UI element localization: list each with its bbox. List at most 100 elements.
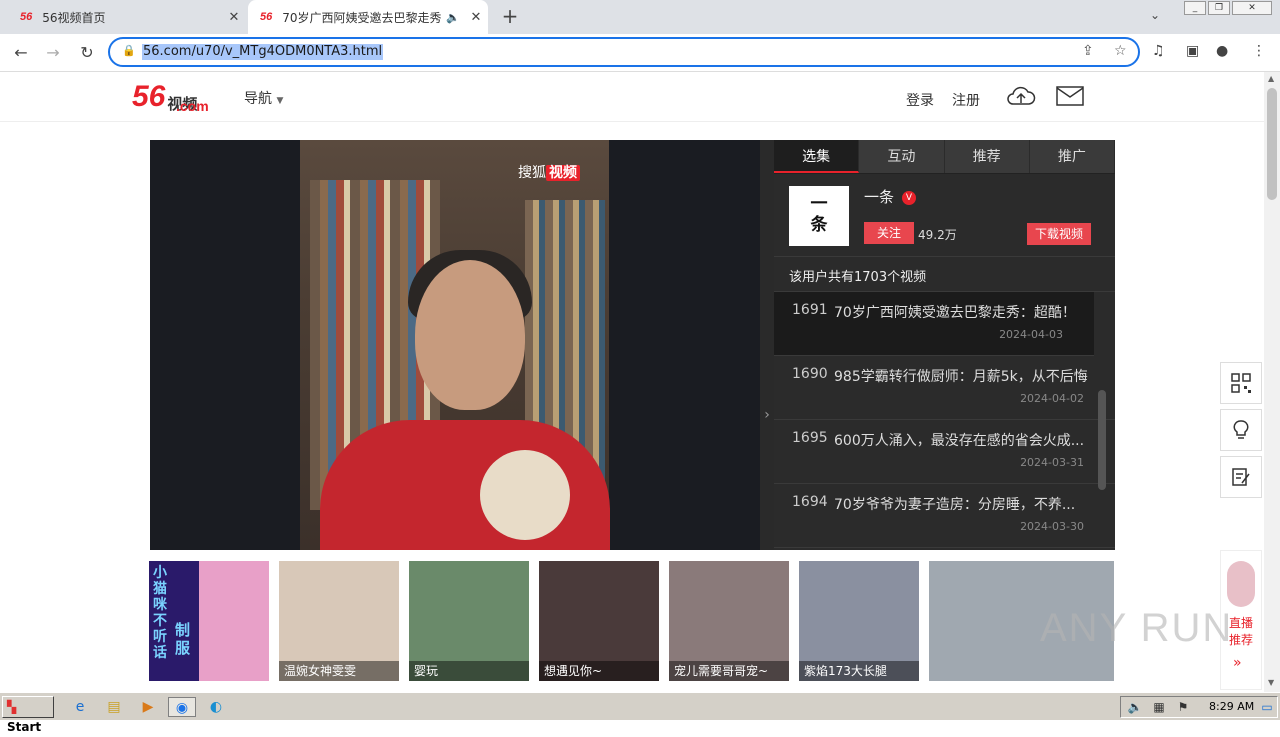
media-control-icon[interactable]: ♫ <box>1152 43 1165 59</box>
thumbnail-caption: 温婉女神雯雯 <box>279 661 399 681</box>
url-text[interactable]: 56.com/u70/v_MTg4ODM0NTA3.html <box>142 44 384 60</box>
thumbnail-caption: 宠儿需要哥哥宠~ <box>669 661 789 681</box>
ie-icon[interactable]: e <box>70 697 90 717</box>
address-bar[interactable]: 🔒 56.com/u70/v_MTg4ODM0NTA3.html ⇪ ☆ <box>108 37 1140 67</box>
list-item[interactable]: 1691 70岁广西阿姨受邀去巴黎走秀：超酷！ 2024-04-03 <box>774 292 1094 356</box>
video-title: 985学霸转行做厨师：月薪5k，从不后悔 <box>834 369 1088 385</box>
video-number: 1690 <box>792 366 828 382</box>
uploader-card: 一 条 一条 V 关注 49.2万 下载视频 <box>774 174 1115 257</box>
back-arrow-icon[interactable]: ← <box>8 40 34 66</box>
reload-icon[interactable]: ↻ <box>74 40 100 66</box>
video-date: 2024-03-30 <box>1020 520 1084 533</box>
nav-dropdown[interactable]: 导航 ▼ <box>244 88 283 108</box>
video-list: 1691 70岁广西阿姨受邀去巴黎走秀：超酷！ 2024-04-03 1690 … <box>774 291 1115 550</box>
browser-toolbar: ← → ↻ 🔒 56.com/u70/v_MTg4ODM0NTA3.html ⇪… <box>0 34 1280 72</box>
menu-kebab-icon[interactable]: ⋮ <box>1252 43 1266 59</box>
tab-56-home[interactable]: 56 56视频首页 ✕ <box>8 0 246 34</box>
ad-thumbnail[interactable]: 宠儿需要哥哥宠~ <box>669 561 789 681</box>
register-link[interactable]: 注册 <box>952 90 980 110</box>
video-title: 70岁爷爷为妻子造房：分房睡，不养... <box>834 497 1076 513</box>
clock: 8:29 AM <box>1209 700 1255 713</box>
follow-button[interactable]: 关注 <box>864 222 914 244</box>
ad-thumbnail[interactable]: 婴玩 <box>409 561 529 681</box>
forward-arrow-icon[interactable]: → <box>40 40 66 66</box>
login-link[interactable]: 登录 <box>906 90 934 110</box>
list-item[interactable]: 1694 70岁爷爷为妻子造房：分房睡，不养... 2024-03-30 <box>774 484 1115 548</box>
ad-thumbnail[interactable]: 紫焰173大长腿 <box>799 561 919 681</box>
windows-taskbar: ▚ Start e ▤ ▶ ◉ ◐ 🔈 ▦ ⚑ 8:29 AM ▭ <box>0 692 1280 734</box>
video-number: 1691 <box>792 302 828 318</box>
ad-thumbnail[interactable]: 小猫咪不听话 制服 <box>149 561 269 681</box>
tab-search-chevron-icon[interactable]: ⌄ <box>1150 8 1160 22</box>
close-window-button[interactable]: ✕ <box>1232 1 1272 15</box>
start-button[interactable]: ▚ Start <box>2 696 54 734</box>
folder-icon[interactable]: ▤ <box>104 697 124 717</box>
uploader-name-text: 一条 <box>864 188 895 206</box>
promo-text-right: 制服 <box>175 621 191 657</box>
ad-thumbnail[interactable]: 想遇见你~ <box>539 561 659 681</box>
panel-tabs: 选集 互动 推荐 推广 <box>774 140 1115 174</box>
scroll-down-arrow-icon[interactable]: ▼ <box>1268 678 1274 687</box>
bookmark-star-icon[interactable]: ☆ <box>1114 43 1127 59</box>
list-item[interactable]: 1695 600万人涌入，最没存在感的省会火成... 2024-03-31 <box>774 420 1115 484</box>
network-icon[interactable]: ▦ <box>1149 697 1169 717</box>
tab-interact[interactable]: 互动 <box>859 140 945 173</box>
tab-title: 56视频首页 <box>42 10 106 25</box>
media-player-icon[interactable]: ▶ <box>138 697 158 717</box>
lock-icon[interactable]: 🔒 <box>122 44 136 57</box>
site-logo[interactable]: 56 视频 .com <box>132 78 209 115</box>
floating-toolbar <box>1220 362 1262 503</box>
share-icon[interactable]: ⇪ <box>1082 43 1094 59</box>
video-title: 600万人涌入，最没存在感的省会火成... <box>834 433 1085 449</box>
tab-recommend[interactable]: 推荐 <box>944 140 1030 173</box>
feedback-edit-icon[interactable] <box>1220 456 1262 498</box>
side-panel-icon[interactable]: ▣ <box>1186 43 1199 59</box>
verified-badge-icon: V <box>902 190 917 205</box>
scrollbar-thumb[interactable] <box>1267 88 1277 200</box>
download-video-button[interactable]: 下载视频 <box>1027 223 1091 245</box>
uploader-name[interactable]: 一条 V <box>864 186 917 207</box>
double-chevron-right-icon[interactable]: » <box>1233 655 1242 671</box>
new-tab-button[interactable]: + <box>498 4 522 28</box>
list-item[interactable]: 1690 985学霸转行做厨师：月薪5k，从不后悔 2024-04-02 <box>774 356 1115 420</box>
minimize-button[interactable]: _ <box>1184 1 1206 15</box>
list-scrollbar-thumb[interactable] <box>1098 390 1106 490</box>
page-scrollbar[interactable]: ▲ ▼ <box>1264 72 1280 692</box>
uploader-avatar[interactable]: 一 条 <box>789 186 849 246</box>
lightbulb-icon[interactable] <box>1220 409 1262 451</box>
sweater-pattern-image <box>480 450 570 540</box>
watermark-text-a: 搜狐 <box>518 165 546 181</box>
close-tab-icon[interactable]: ✕ <box>222 10 246 25</box>
tab-title: 70岁广西阿姨受邀去巴黎走秀 <box>282 10 442 25</box>
volume-icon[interactable]: 🔈 <box>1125 697 1145 717</box>
video-date: 2024-04-03 <box>999 328 1063 341</box>
mail-envelope-icon[interactable] <box>1056 86 1084 110</box>
anyrun-watermark: ANY RUN <box>1040 606 1234 650</box>
watermark-text-b: 视频 <box>546 165 580 181</box>
show-desktop-icon[interactable]: ▭ <box>1257 697 1277 717</box>
video-player[interactable]: 搜狐 视频 <box>150 140 760 550</box>
upload-cloud-icon[interactable] <box>1006 84 1036 112</box>
flag-icon[interactable]: ⚑ <box>1173 697 1193 717</box>
video-title: 70岁广西阿姨受邀去巴黎走秀：超酷！ <box>834 305 1076 321</box>
profile-avatar-icon[interactable]: ● <box>1216 43 1228 59</box>
qr-code-icon[interactable] <box>1220 362 1262 404</box>
logo-number: 56 <box>132 80 166 113</box>
tab-episodes[interactable]: 选集 <box>774 140 860 173</box>
restore-button[interactable]: ❐ <box>1208 1 1230 15</box>
close-tab-icon[interactable]: ✕ <box>464 10 488 25</box>
thumbnail-caption: 紫焰173大长腿 <box>799 661 919 681</box>
ad-thumbnail[interactable]: 温婉女神雯雯 <box>279 561 399 681</box>
panel-collapse-arrow-icon[interactable]: › <box>760 140 774 550</box>
speaker-icon[interactable]: 🔈 <box>446 11 460 24</box>
video-frame[interactable] <box>300 140 610 550</box>
scroll-up-arrow-icon[interactable]: ▲ <box>1268 74 1274 83</box>
video-number: 1695 <box>792 430 828 446</box>
video-number: 1694 <box>792 494 828 510</box>
edge-icon[interactable]: ◐ <box>206 697 226 717</box>
tab-promote[interactable]: 推广 <box>1029 140 1115 173</box>
tab-video-page[interactable]: 56 70岁广西阿姨受邀去巴黎走秀 🔈 ✕ <box>248 0 488 34</box>
chrome-icon[interactable]: ◉ <box>168 697 196 717</box>
live-host-avatar <box>1227 561 1255 607</box>
system-tray: 🔈 ▦ ⚑ 8:29 AM ▭ <box>1120 696 1278 718</box>
